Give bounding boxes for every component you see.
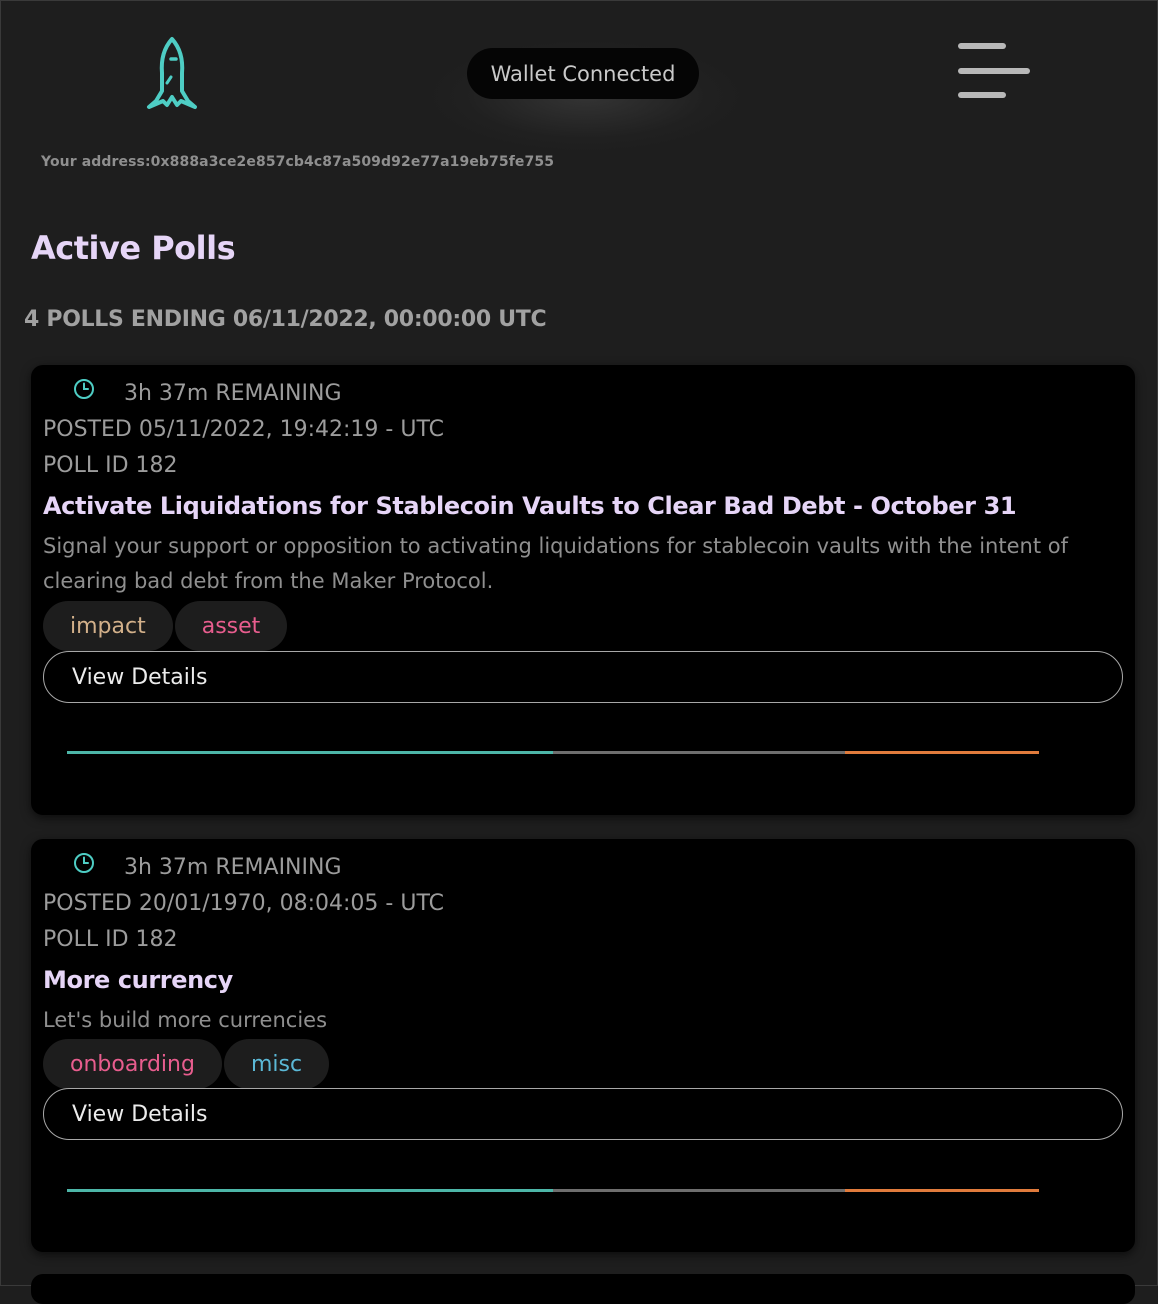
page-title: Active Polls: [31, 229, 236, 267]
vote-bar-yes: [67, 1189, 553, 1192]
poll-description: Let's build more currencies: [43, 1008, 328, 1032]
clock-icon: [74, 853, 94, 873]
poll-title[interactable]: Activate Liquidations for Stablecoin Vau…: [43, 492, 1017, 520]
vote-breakdown-bar: [67, 751, 1039, 754]
time-remaining: 3h 37m REMAINING: [124, 381, 342, 406]
hamburger-menu-icon[interactable]: [956, 41, 1032, 103]
poll-description: Signal your support or opposition to act…: [43, 534, 1068, 593]
vote-breakdown-bar: [67, 1189, 1039, 1192]
poll-card: 3h 37m REMAINING POSTED 05/11/2022, 19:4…: [31, 365, 1135, 815]
view-details-button[interactable]: View Details: [43, 651, 1123, 703]
tag-list: onboarding misc: [43, 1039, 330, 1089]
tag-misc[interactable]: misc: [223, 1039, 330, 1089]
view-details-button[interactable]: View Details: [43, 1088, 1123, 1140]
polls-ending-subtitle: 4 POLLS ENDING 06/11/2022, 00:00:00 UTC: [24, 307, 547, 332]
vote-bar-abstain: [553, 751, 845, 754]
wallet-address: Your address:0x888a3ce2e857cb4c87a509d92…: [41, 154, 555, 170]
vote-bar-yes: [67, 751, 553, 754]
tag-onboarding[interactable]: onboarding: [43, 1039, 222, 1089]
posted-date: POSTED 20/01/1970, 08:04:05 - UTC: [43, 891, 444, 916]
time-remaining: 3h 37m REMAINING: [124, 855, 342, 880]
vote-bar-no: [844, 1189, 1039, 1192]
clock-icon: [74, 379, 94, 399]
poll-title[interactable]: More currency: [43, 966, 233, 994]
poll-card: [31, 1274, 1135, 1304]
wallet-connected-button[interactable]: Wallet Connected: [467, 48, 699, 99]
poll-id: POLL ID 182: [43, 927, 178, 952]
tag-impact[interactable]: impact: [43, 601, 173, 651]
posted-date: POSTED 05/11/2022, 19:42:19 - UTC: [43, 417, 444, 442]
rocket-icon[interactable]: [141, 35, 203, 111]
poll-card: 3h 37m REMAINING POSTED 20/01/1970, 08:0…: [31, 839, 1135, 1252]
vote-bar-abstain: [553, 1189, 845, 1192]
tag-list: impact asset: [43, 601, 288, 651]
poll-id: POLL ID 182: [43, 453, 178, 478]
tag-asset[interactable]: asset: [174, 601, 288, 651]
vote-bar-no: [844, 751, 1039, 754]
app-header: Wallet Connected Your address:0x888a3ce2…: [1, 1, 1158, 170]
